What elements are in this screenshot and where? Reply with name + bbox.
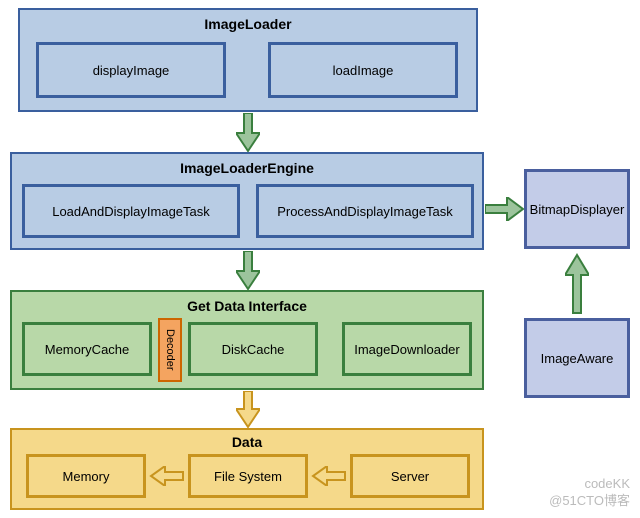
watermark-line1: codeKK bbox=[549, 476, 630, 493]
displayimage-label: displayImage bbox=[93, 63, 170, 78]
decoder-box: Decoder bbox=[158, 318, 182, 382]
arrow-fs-to-memory bbox=[149, 466, 185, 486]
data-title: Data bbox=[12, 434, 482, 450]
engine-title: ImageLoaderEngine bbox=[12, 160, 482, 176]
loadimage-label: loadImage bbox=[333, 63, 394, 78]
loadtask-box: LoadAndDisplayImageTask bbox=[22, 184, 240, 238]
arrow-loader-to-engine bbox=[236, 113, 260, 153]
getdata-title: Get Data Interface bbox=[12, 298, 482, 314]
processtask-label: ProcessAndDisplayImageTask bbox=[277, 204, 453, 219]
loadtask-label: LoadAndDisplayImageTask bbox=[52, 204, 210, 219]
memory-label: Memory bbox=[63, 469, 110, 484]
filesystem-label: File System bbox=[214, 469, 282, 484]
arrow-getdata-to-data bbox=[236, 391, 260, 429]
memorycache-box: MemoryCache bbox=[22, 322, 152, 376]
watermark: codeKK @51CTO博客 bbox=[549, 476, 630, 510]
imageloader-title: ImageLoader bbox=[20, 16, 476, 32]
server-label: Server bbox=[391, 469, 429, 484]
arrow-engine-to-getdata bbox=[236, 251, 260, 291]
diskcache-label: DiskCache bbox=[222, 342, 285, 357]
imagedownloader-label: ImageDownloader bbox=[354, 342, 460, 357]
bitmapdisplayer-box: BitmapDisplayer bbox=[524, 169, 630, 249]
memory-box: Memory bbox=[26, 454, 146, 498]
arrow-aware-to-displayer bbox=[565, 253, 589, 315]
bitmapdisplayer-label: BitmapDisplayer bbox=[530, 202, 625, 217]
imagedownloader-box: ImageDownloader bbox=[342, 322, 472, 376]
imageaware-box: ImageAware bbox=[524, 318, 630, 398]
diagram-container: ImageLoader displayImage loadImage Image… bbox=[0, 0, 640, 518]
arrow-server-to-fs bbox=[311, 466, 347, 486]
filesystem-box: File System bbox=[188, 454, 308, 498]
decoder-label: Decoder bbox=[164, 329, 176, 371]
diskcache-box: DiskCache bbox=[188, 322, 318, 376]
displayimage-box: displayImage bbox=[36, 42, 226, 98]
arrow-engine-to-displayer bbox=[485, 197, 525, 221]
memorycache-label: MemoryCache bbox=[45, 342, 130, 357]
watermark-line2: @51CTO博客 bbox=[549, 493, 630, 510]
processtask-box: ProcessAndDisplayImageTask bbox=[256, 184, 474, 238]
imageaware-label: ImageAware bbox=[541, 351, 614, 366]
loadimage-box: loadImage bbox=[268, 42, 458, 98]
server-box: Server bbox=[350, 454, 470, 498]
